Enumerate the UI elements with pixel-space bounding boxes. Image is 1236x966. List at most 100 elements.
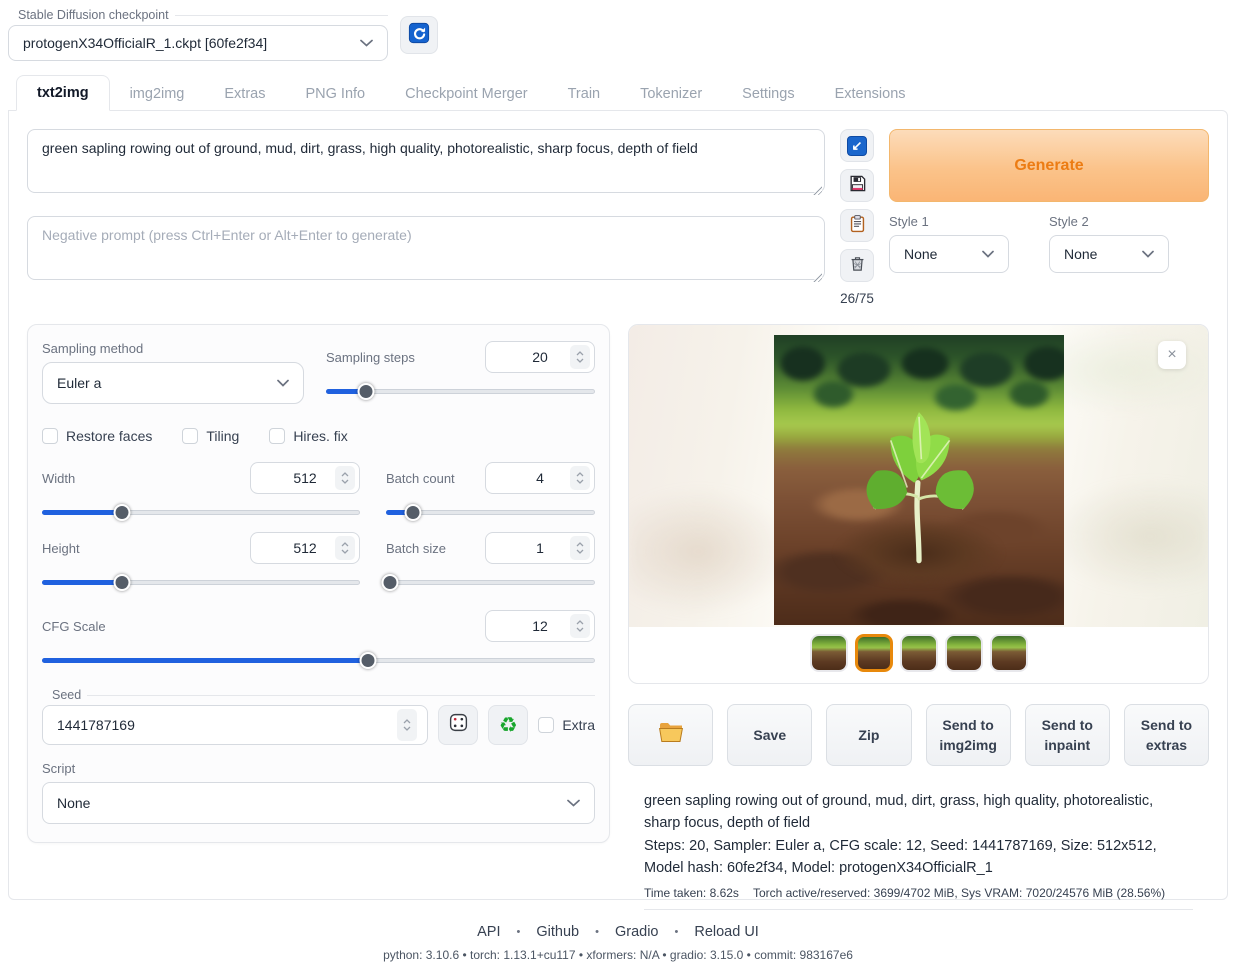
save-style-button[interactable] <box>840 169 874 202</box>
batch-count-value: 4 <box>536 470 544 486</box>
generation-params-text: Steps: 20, Sampler: Euler a, CFG scale: … <box>644 835 1193 880</box>
style2-label: Style 2 <box>1049 214 1169 229</box>
height-value: 512 <box>293 540 316 556</box>
script-select[interactable]: None <box>42 782 595 824</box>
bullet: • <box>517 926 521 938</box>
width-slider[interactable] <box>42 502 360 522</box>
tab-settings[interactable]: Settings <box>722 77 814 111</box>
generated-image[interactable] <box>774 335 1064 625</box>
tab-checkpoint-merger[interactable]: Checkpoint Merger <box>385 77 548 111</box>
height-input[interactable]: 512 <box>250 532 360 564</box>
zip-button[interactable]: Zip <box>826 704 911 766</box>
bullet: • <box>595 926 599 938</box>
send-to-img2img-button[interactable]: Send to img2img <box>926 704 1011 766</box>
checkbox-icon <box>182 428 198 444</box>
stepper-icon[interactable] <box>570 466 590 490</box>
output-column: × Save Zip Send to img2img Send <box>628 324 1209 910</box>
checkbox-icon <box>42 428 58 444</box>
chevron-down-icon <box>360 39 373 47</box>
stepper-icon[interactable] <box>570 345 590 369</box>
generate-button[interactable]: Generate <box>889 129 1209 202</box>
reload-ui-link[interactable]: Reload UI <box>694 924 758 940</box>
paste-generation-params-button[interactable]: ↙ <box>840 129 874 162</box>
tab-tokenizer[interactable]: Tokenizer <box>620 77 722 111</box>
seed-label: Seed <box>52 688 81 702</box>
hires-fix-checkbox[interactable]: Hires. fix <box>269 428 347 444</box>
tab-train[interactable]: Train <box>548 77 621 111</box>
api-link[interactable]: API <box>477 924 500 940</box>
style1-select[interactable]: None <box>889 235 1009 273</box>
gradio-link[interactable]: Gradio <box>615 924 659 940</box>
cfg-scale-input[interactable]: 12 <box>485 610 595 642</box>
checkbox-icon <box>538 717 554 733</box>
height-slider[interactable] <box>42 572 360 592</box>
sampling-steps-slider[interactable] <box>326 381 595 401</box>
chevron-down-icon <box>567 799 580 807</box>
sampling-steps-label: Sampling steps <box>326 350 415 365</box>
refresh-checkpoint-button[interactable] <box>400 16 438 54</box>
footer: API • Github • Gradio • Reload UI python… <box>8 924 1228 962</box>
tab-img2img[interactable]: img2img <box>110 77 205 111</box>
extra-seed-checkbox[interactable]: Extra <box>538 717 595 733</box>
batch-size-label: Batch size <box>386 541 446 556</box>
stepper-icon[interactable] <box>335 536 355 560</box>
stepper-icon[interactable] <box>335 466 355 490</box>
recycle-icon: ♻ <box>499 715 518 736</box>
width-label: Width <box>42 471 75 486</box>
style1-label: Style 1 <box>889 214 1009 229</box>
gallery-thumbnail-5[interactable] <box>990 634 1028 672</box>
cfg-scale-value: 12 <box>532 618 548 634</box>
script-value: None <box>57 795 90 811</box>
width-input[interactable]: 512 <box>250 462 360 494</box>
reuse-seed-button[interactable]: ♻ <box>488 705 528 745</box>
app-root: Stable Diffusion checkpoint protogenX34O… <box>0 0 1236 962</box>
gallery-thumbnail-2-selected[interactable] <box>855 634 893 672</box>
style2-select[interactable]: None <box>1049 235 1169 273</box>
sampling-steps-input[interactable]: 20 <box>485 341 595 373</box>
stepper-icon[interactable] <box>570 536 590 560</box>
send-to-inpaint-button[interactable]: Send to inpaint <box>1025 704 1110 766</box>
github-link[interactable]: Github <box>536 924 579 940</box>
tiling-checkbox[interactable]: Tiling <box>182 428 239 444</box>
close-gallery-button[interactable]: × <box>1158 341 1186 369</box>
arrow-down-left-icon: ↙ <box>847 136 867 156</box>
batch-count-input[interactable]: 4 <box>485 462 595 494</box>
apply-style-button[interactable] <box>840 209 874 242</box>
batch-size-input[interactable]: 1 <box>485 532 595 564</box>
tab-extras[interactable]: Extras <box>204 77 285 111</box>
sapling-illustration <box>844 405 994 575</box>
stepper-icon[interactable] <box>570 614 590 638</box>
seed-input[interactable]: 1441787169 <box>42 705 428 745</box>
batch-size-slider[interactable] <box>386 572 595 592</box>
chevron-down-icon <box>982 250 994 258</box>
main-tabbar: txt2img img2img Extras PNG Info Checkpoi… <box>8 75 1228 111</box>
extra-label: Extra <box>562 717 595 733</box>
restore-faces-checkbox[interactable]: Restore faces <box>42 428 152 444</box>
tab-extensions[interactable]: Extensions <box>815 77 926 111</box>
prompt-input[interactable]: green sapling rowing out of ground, mud,… <box>27 129 825 193</box>
gallery-thumbnail-3[interactable] <box>900 634 938 672</box>
batch-count-slider[interactable] <box>386 502 595 522</box>
trash-icon <box>848 254 867 278</box>
send-to-extras-button[interactable]: Send to extras <box>1124 704 1209 766</box>
save-button[interactable]: Save <box>727 704 812 766</box>
dice-icon <box>448 712 469 739</box>
checkpoint-select[interactable]: protogenX34OfficialR_1.ckpt [60fe2f34] <box>8 25 388 61</box>
random-seed-button[interactable] <box>438 705 478 745</box>
sampling-method-select[interactable]: Euler a <box>42 362 304 404</box>
bullet: • <box>675 926 679 938</box>
chevron-down-icon <box>277 379 289 387</box>
tab-png-info[interactable]: PNG Info <box>285 77 385 111</box>
negative-prompt-input[interactable] <box>27 216 825 280</box>
sampling-steps-value: 20 <box>532 349 548 365</box>
open-folder-button[interactable] <box>628 704 713 766</box>
tiling-label: Tiling <box>206 428 239 444</box>
cfg-scale-slider[interactable] <box>42 650 595 670</box>
gallery-thumbnail-1[interactable] <box>810 634 848 672</box>
tab-txt2img[interactable]: txt2img <box>16 75 110 111</box>
clipboard-icon <box>848 214 867 238</box>
version-info: python: 3.10.6 • torch: 1.13.1+cu117 • x… <box>8 948 1228 962</box>
clear-prompt-button[interactable] <box>840 249 874 282</box>
gallery-thumbnail-4[interactable] <box>945 634 983 672</box>
stepper-icon[interactable] <box>397 709 417 741</box>
